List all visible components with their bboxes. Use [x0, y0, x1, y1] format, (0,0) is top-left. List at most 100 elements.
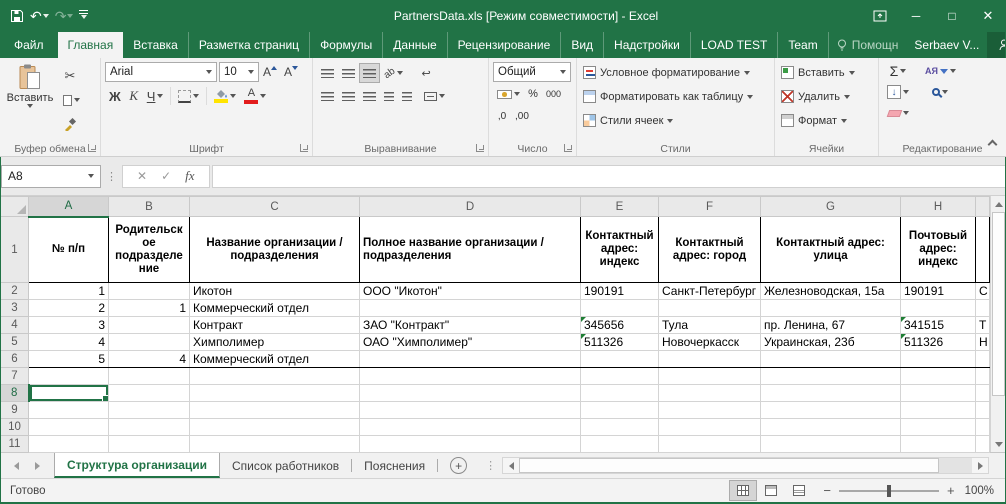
increase-indent-button[interactable]: [398, 86, 416, 106]
cell-B5[interactable]: [108, 333, 190, 351]
increase-decimal-button[interactable]: ,0: [493, 106, 511, 126]
next-sheet-button[interactable]: [35, 461, 40, 470]
tab-view[interactable]: Вид: [560, 32, 603, 58]
cell-F6[interactable]: [658, 350, 761, 368]
autosum-button[interactable]: Σ: [883, 61, 913, 81]
orientation-button[interactable]: ab: [380, 63, 407, 83]
cut-button[interactable]: ✂: [56, 66, 84, 86]
new-sheet-button[interactable]: +: [450, 457, 468, 474]
percent-button[interactable]: %: [524, 84, 542, 104]
cell-H10[interactable]: [900, 418, 976, 436]
cell-G1[interactable]: Контактный адрес: улица: [760, 216, 901, 283]
cell-H3[interactable]: [900, 299, 976, 317]
align-right-button[interactable]: [359, 86, 380, 106]
col-header-G[interactable]: G: [760, 196, 901, 217]
cell-C1[interactable]: Название организации / подразделения: [189, 216, 360, 283]
scroll-up-button[interactable]: [991, 196, 1006, 212]
font-name-combobox[interactable]: Arial: [105, 62, 217, 82]
col-header-E[interactable]: E: [580, 196, 659, 217]
grow-font-button[interactable]: А: [259, 62, 280, 82]
italic-button[interactable]: К: [125, 86, 143, 106]
row-header-10[interactable]: 10: [0, 418, 29, 436]
wrap-text-button[interactable]: ↩: [417, 63, 435, 83]
cell-C7[interactable]: [189, 367, 360, 385]
cell-B9[interactable]: [108, 401, 190, 419]
cell-E7[interactable]: [580, 367, 659, 385]
cell-H11[interactable]: [900, 435, 976, 453]
close-button[interactable]: ✕: [970, 0, 1006, 32]
sort-filter-button[interactable]: АЯ: [921, 61, 960, 81]
confirm-entry-button[interactable]: ✓: [161, 169, 171, 183]
col-header-F[interactable]: F: [658, 196, 761, 217]
cell-I1-partial[interactable]: [975, 216, 990, 283]
row-header-2[interactable]: 2: [0, 282, 29, 300]
merge-center-button[interactable]: [420, 86, 449, 106]
cell-F5[interactable]: Новочеркасск: [658, 333, 761, 351]
cell-H4[interactable]: 341515: [900, 316, 976, 334]
font-size-combobox[interactable]: 10: [219, 62, 259, 82]
formula-bar-handle[interactable]: ⋮: [101, 170, 122, 183]
borders-button[interactable]: [174, 86, 203, 106]
cell-E1[interactable]: Контактный адрес: индекс: [580, 216, 659, 283]
cell-B2[interactable]: [108, 282, 190, 300]
format-as-table-button[interactable]: Форматировать как таблицу: [581, 85, 770, 108]
undo-button[interactable]: ↶: [30, 9, 49, 23]
scroll-left-button[interactable]: [503, 458, 520, 473]
row-header-5[interactable]: 5: [0, 333, 29, 351]
col-header-H[interactable]: H: [900, 196, 976, 217]
cell-F11[interactable]: [658, 435, 761, 453]
name-box[interactable]: A8: [1, 164, 101, 188]
tab-insert[interactable]: Вставка: [123, 32, 188, 58]
cell-D1[interactable]: Полное название организации / подразделе…: [359, 216, 581, 283]
clear-button[interactable]: [883, 103, 913, 123]
zoom-level[interactable]: 100%: [965, 485, 1006, 497]
cell-A3[interactable]: 2: [28, 299, 109, 317]
cell-C2[interactable]: Икотон: [189, 282, 360, 300]
alignment-dialog-launcher[interactable]: [476, 144, 484, 152]
tab-page-layout[interactable]: Разметка страниц: [187, 32, 309, 58]
cell-F7[interactable]: [658, 367, 761, 385]
cell-A1[interactable]: № п/п: [28, 216, 109, 283]
col-header-C[interactable]: C: [189, 196, 360, 217]
cell-H9[interactable]: [900, 401, 976, 419]
row-header-7[interactable]: 7: [0, 367, 29, 385]
font-color-button[interactable]: А: [240, 86, 270, 106]
cell-H5[interactable]: 511326: [900, 333, 976, 351]
font-dialog-launcher[interactable]: [300, 144, 308, 152]
insert-cells-button[interactable]: Вставить: [779, 61, 874, 84]
cell-C5[interactable]: Химполимер: [189, 333, 360, 351]
horizontal-scroll-thumb[interactable]: [519, 458, 940, 473]
cell-G4[interactable]: пр. Ленина, 67: [760, 316, 901, 334]
cell-G8[interactable]: [760, 384, 901, 402]
cell-A9[interactable]: [28, 401, 109, 419]
tell-me-button[interactable]: Помощн: [827, 32, 907, 58]
cell-I4-partial[interactable]: Т: [975, 316, 990, 334]
cell-B4[interactable]: [108, 316, 190, 334]
maximize-button[interactable]: □: [934, 0, 970, 32]
cell-I8-partial[interactable]: [975, 384, 990, 402]
cell-C3[interactable]: Коммерческий отдел: [189, 299, 360, 317]
row-header-9[interactable]: 9: [0, 401, 29, 419]
delete-cells-button[interactable]: Удалить: [779, 85, 874, 108]
customize-qat-button[interactable]: [79, 13, 89, 19]
find-select-button[interactable]: [921, 82, 960, 102]
copy-button[interactable]: [56, 90, 84, 110]
col-header-partial[interactable]: [975, 196, 990, 217]
cell-E3[interactable]: [580, 299, 659, 317]
prev-sheet-button[interactable]: [14, 461, 19, 470]
tab-data[interactable]: Данные: [382, 32, 446, 58]
cell-G7[interactable]: [760, 367, 901, 385]
sheet-bar-handle[interactable]: ⋮: [479, 459, 502, 472]
align-bottom-button[interactable]: [359, 63, 380, 83]
cell-D11[interactable]: [359, 435, 581, 453]
cancel-entry-button[interactable]: ✕: [137, 169, 147, 183]
vertical-scrollbar[interactable]: [990, 196, 1006, 452]
tab-review[interactable]: Рецензирование: [446, 32, 561, 58]
row-header-1[interactable]: 1: [0, 216, 29, 283]
tab-formulas[interactable]: Формулы: [309, 32, 382, 58]
vertical-scroll-track[interactable]: [991, 212, 1006, 436]
cell-D7[interactable]: [359, 367, 581, 385]
redo-button[interactable]: ↷: [55, 9, 74, 23]
cell-C8[interactable]: [189, 384, 360, 402]
tab-home[interactable]: Главная: [57, 32, 124, 58]
